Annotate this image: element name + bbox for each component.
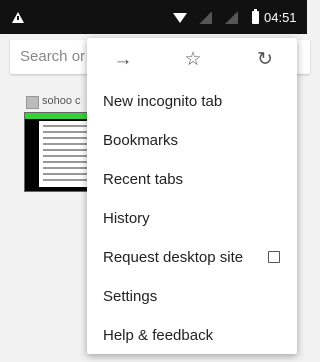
menu-item-label: Bookmarks xyxy=(103,132,179,149)
menu-item-label: New incognito tab xyxy=(103,93,223,110)
menu-item-settings[interactable]: Settings xyxy=(87,277,297,316)
battery-icon xyxy=(252,9,259,24)
bookmark-button[interactable]: ☆ xyxy=(175,46,211,74)
favicon-icon xyxy=(26,96,39,109)
reload-button[interactable]: ↻ xyxy=(247,46,283,74)
arrow-right-icon: → xyxy=(113,49,133,70)
menu-item-label: Recent tabs xyxy=(103,171,184,188)
forward-button[interactable]: → xyxy=(105,46,141,74)
menu-item-help-feedback[interactable]: Help & feedback xyxy=(87,316,297,355)
signal-icon xyxy=(198,12,212,24)
overflow-menu: → ☆ ↻ New incognito tab Bookmarks Recent… xyxy=(87,38,297,354)
address-placeholder: Search or xyxy=(20,48,86,65)
warning-icon xyxy=(12,12,24,23)
menu-item-label: Help & feedback xyxy=(103,327,214,344)
menu-item-recent-tabs[interactable]: Recent tabs xyxy=(87,160,297,199)
menu-item-new-incognito-tab[interactable]: New incognito tab xyxy=(87,82,297,121)
menu-item-history[interactable]: History xyxy=(87,199,297,238)
menu-item-bookmarks[interactable]: Bookmarks xyxy=(87,121,297,160)
reload-icon: ↻ xyxy=(257,49,273,70)
menu-item-label: Settings xyxy=(103,288,158,305)
status-bar: 04:51 xyxy=(0,0,307,34)
tab-preview-title: sohoo c xyxy=(42,95,81,107)
menu-item-request-desktop-site[interactable]: Request desktop site xyxy=(87,238,297,277)
star-icon: ☆ xyxy=(184,49,202,70)
menu-item-label: History xyxy=(103,210,150,227)
clock: 04:51 xyxy=(264,10,297,25)
menu-toolbar: → ☆ ↻ xyxy=(87,38,297,82)
desktop-site-checkbox[interactable] xyxy=(268,251,280,263)
wifi-icon xyxy=(173,13,187,23)
signal-icon xyxy=(224,12,238,24)
menu-item-label: Request desktop site xyxy=(103,249,244,266)
